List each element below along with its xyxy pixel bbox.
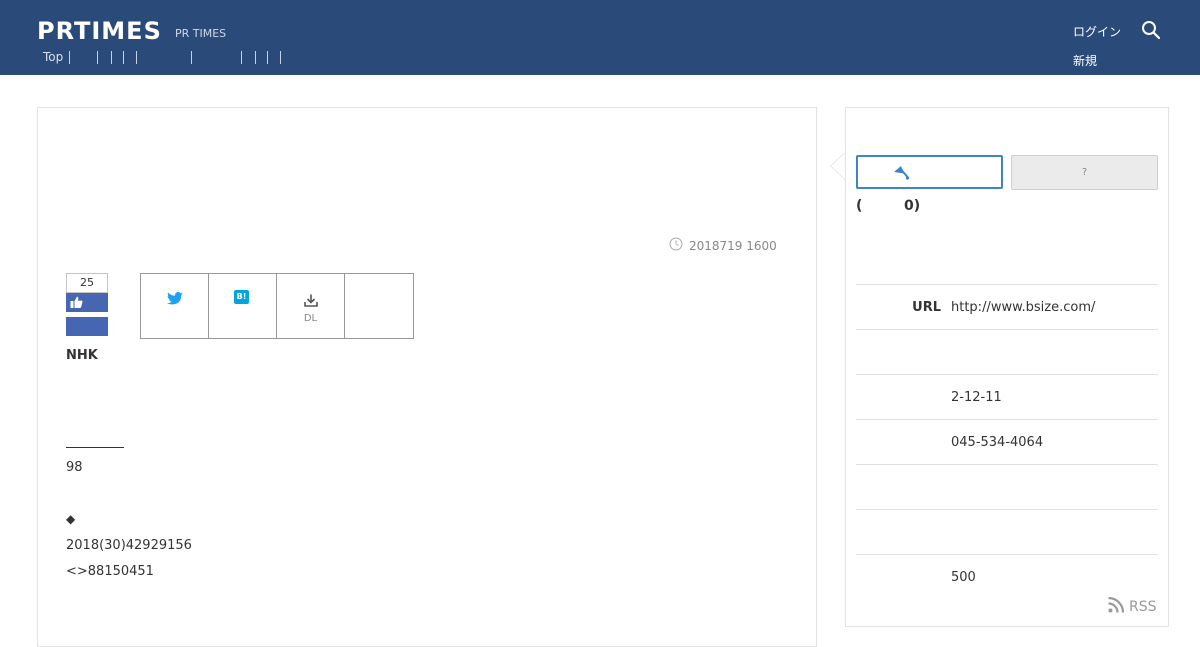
nav-separator [241,51,242,64]
download-button[interactable]: DL [277,274,345,338]
follow-button[interactable] [856,155,1003,189]
clock-icon [669,237,683,254]
nav-separator [111,51,112,64]
help-button[interactable]: ? [1011,155,1158,190]
follower-open-paren: ( [856,198,863,214]
share-toolbar: B! DL [140,273,414,339]
search-icon[interactable] [1141,20,1163,42]
hatena-share-button[interactable]: B! [209,274,277,338]
info-row-address: 2-12-11 [856,374,1158,419]
info-row [856,329,1158,374]
publish-date: 2018719 1600 [669,237,777,254]
phone-value: 045-534-4064 [951,435,1044,450]
signup-link[interactable]: 新規 [1073,52,1097,69]
login-link[interactable]: ログイン [1073,23,1121,40]
company-name: NHK [66,348,98,363]
follow-icon [892,165,910,186]
facebook-like-widget: 25 [66,273,108,336]
article-panel [37,107,817,647]
callout-arrow [831,153,845,179]
address-value: 2-12-11 [951,390,1002,405]
nav-top-link[interactable]: Top [43,50,63,64]
share-button[interactable] [66,317,108,336]
capital-value: 500 [951,570,976,585]
publish-date-text: 2018719 1600 [689,238,777,253]
hatena-bookmark-icon: B! [234,290,249,304]
twitter-icon [167,290,183,309]
info-row-capital: 500 [856,554,1158,599]
thumbs-up-icon [70,293,83,312]
info-row [856,464,1158,509]
follower-number: 0) [904,198,921,214]
follower-count: ( 0) [856,198,920,214]
logo-subtitle: PR TIMES [175,27,227,40]
nav-separator [267,51,268,64]
nav-separator [69,51,70,64]
nav-separator [280,51,281,64]
info-row [856,509,1158,554]
info-row-url: URL http://www.bsize.com/ [856,284,1158,329]
body-text-line: 98 [66,460,83,475]
like-count: 25 [66,273,108,293]
site-header: PRTIMES PR TIMES Top ログイン 新規 [0,0,1200,75]
download-label: DL [303,313,318,324]
twitter-share-button[interactable] [141,274,209,338]
prtimes-logo[interactable]: PRTIMES [37,17,162,45]
bullet-marker: ◆ [66,512,76,526]
company-url-link[interactable]: http://www.bsize.com/ [951,300,1095,315]
nav-separator [191,51,192,64]
rss-label: RSS [1129,599,1157,615]
info-label: URL [912,300,941,315]
body-text-line: <>88150451 [66,564,154,579]
body-text-line: 2018(30)42929156 [66,538,192,553]
nav-separator [136,51,137,64]
rss-link[interactable]: RSS [1108,596,1157,617]
nav-separator [123,51,124,64]
section-divider [66,447,124,448]
rss-icon [1108,596,1125,617]
share-more-button[interactable] [345,274,413,338]
nav-separator [255,51,256,64]
like-button[interactable] [66,293,108,312]
download-icon [304,292,318,311]
info-row-phone: 045-534-4064 [856,419,1158,464]
nav-separator [97,51,98,64]
